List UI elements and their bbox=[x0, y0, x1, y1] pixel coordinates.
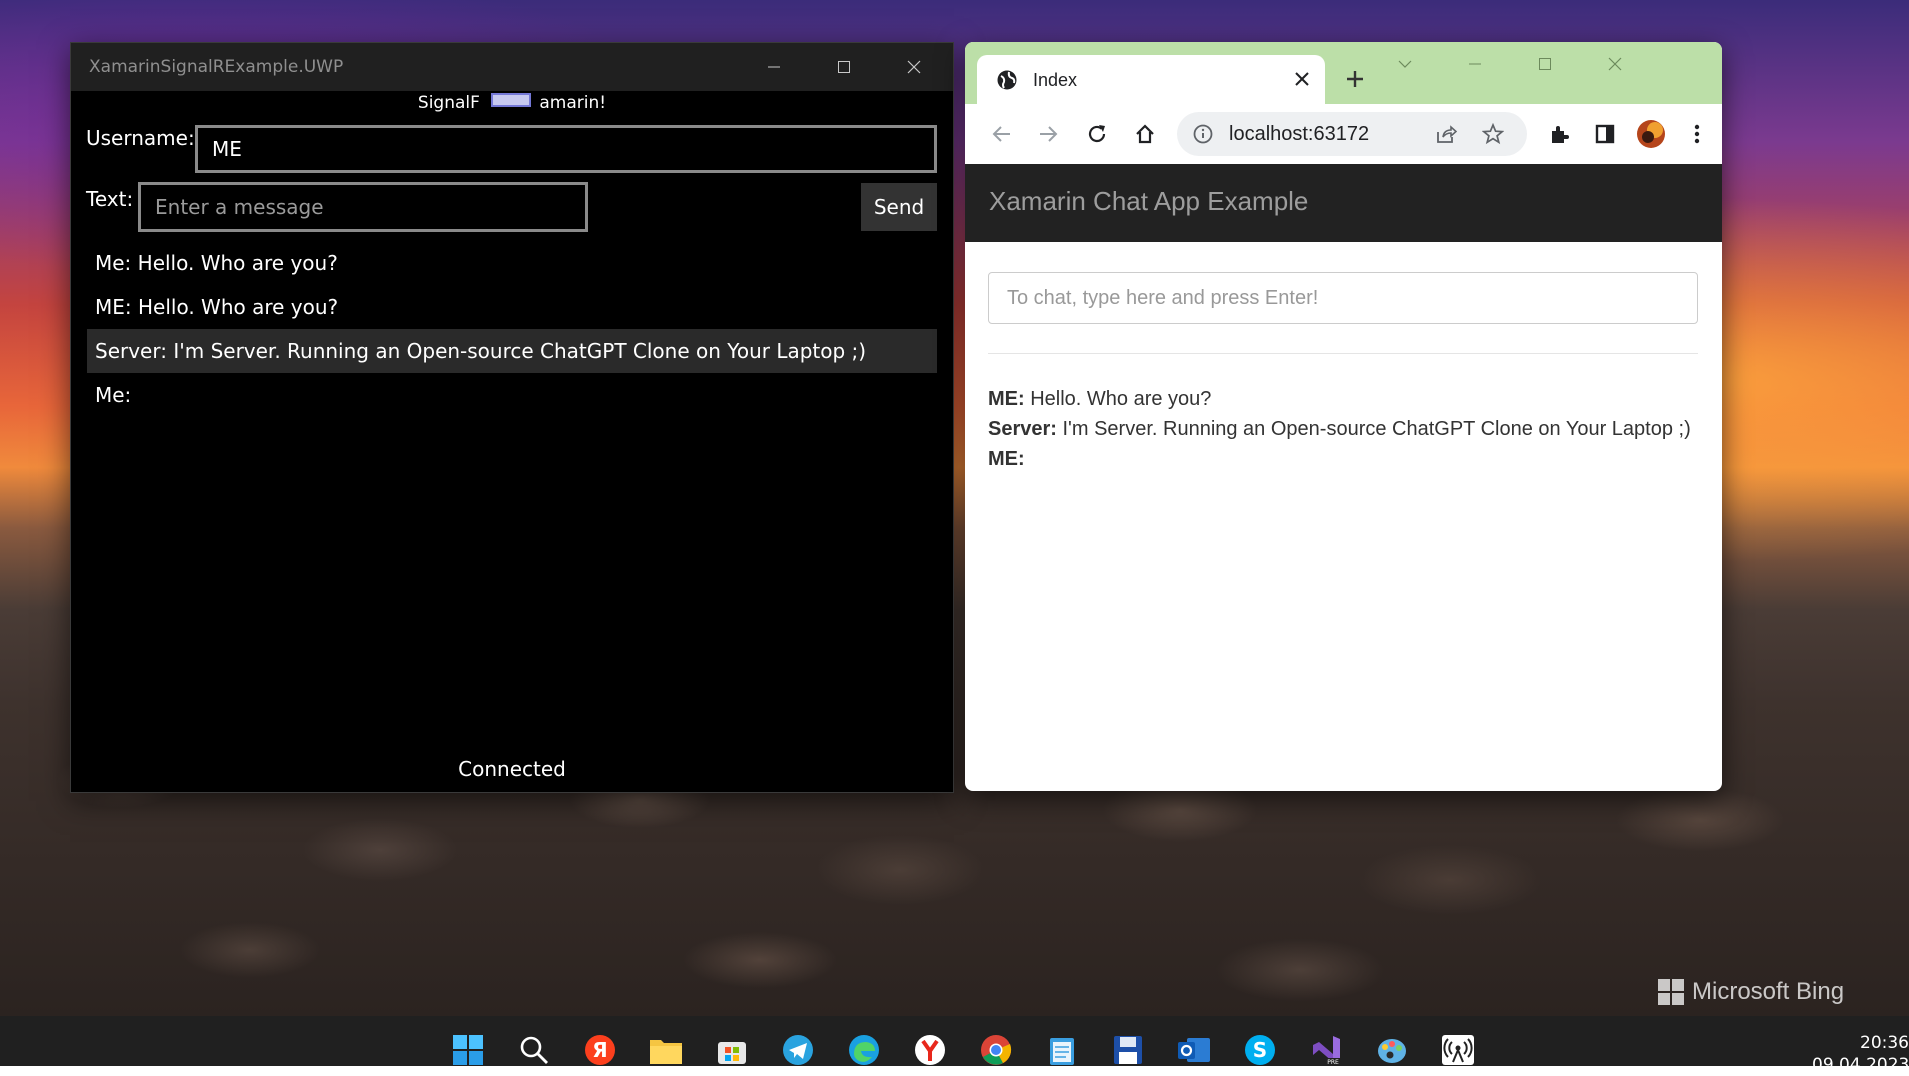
list-item-selected[interactable]: Server: I'm Server. Running an Open-sour… bbox=[87, 329, 937, 373]
share-icon[interactable] bbox=[1435, 124, 1458, 148]
list-item: Server: I'm Server. Running an Open-sour… bbox=[988, 418, 1691, 440]
start-icon[interactable] bbox=[450, 1032, 486, 1068]
paint-icon[interactable] bbox=[1374, 1032, 1410, 1068]
browser-window: Index localhost:63172 Xamarin Chat App E… bbox=[965, 42, 1722, 791]
maximize-button[interactable] bbox=[809, 43, 879, 91]
home-icon[interactable] bbox=[1129, 118, 1161, 150]
message-input[interactable]: Enter a message bbox=[138, 182, 588, 232]
network-broadcast-icon[interactable] bbox=[1440, 1032, 1476, 1068]
browser-toolbar: localhost:63172 bbox=[965, 104, 1722, 165]
tab-title: Index bbox=[1033, 69, 1078, 90]
svg-text:PRE: PRE bbox=[1327, 1059, 1339, 1066]
connection-status: Connected bbox=[458, 757, 566, 781]
close-button[interactable] bbox=[879, 43, 949, 91]
extensions-icon[interactable] bbox=[1543, 118, 1575, 150]
list-item: ME: bbox=[988, 448, 1025, 470]
drag-overlay bbox=[491, 93, 531, 107]
svg-text:Я: Я bbox=[592, 1038, 607, 1062]
text-label: Text: bbox=[86, 187, 134, 211]
minimize-icon bbox=[1469, 63, 1481, 65]
maximize-icon bbox=[838, 61, 850, 73]
username-label: Username: bbox=[86, 126, 195, 150]
username-field[interactable]: ME bbox=[195, 125, 937, 173]
notepad-icon[interactable] bbox=[1044, 1032, 1080, 1068]
uwp-window-title: XamarinSignalRExample.UWP bbox=[89, 57, 344, 77]
message-placeholder: Enter a message bbox=[155, 195, 324, 219]
search-icon[interactable] bbox=[516, 1032, 552, 1068]
minimize-button[interactable] bbox=[739, 43, 809, 91]
tab-index[interactable]: Index bbox=[977, 55, 1325, 105]
chat-input[interactable]: To chat, type here and press Enter! bbox=[988, 272, 1698, 324]
svg-text:S: S bbox=[1253, 1038, 1267, 1062]
clock-time: 20:36 bbox=[1860, 1033, 1909, 1053]
menu-kebab-icon[interactable] bbox=[1681, 118, 1713, 150]
uwp-app-window: XamarinSignalRExample.UWP SignalF amarin… bbox=[70, 42, 954, 793]
globe-icon bbox=[995, 68, 1019, 92]
outlook-icon[interactable] bbox=[1176, 1032, 1212, 1068]
profile-avatar[interactable] bbox=[1635, 118, 1667, 150]
edge-icon[interactable] bbox=[846, 1032, 882, 1068]
telegram-icon[interactable] bbox=[780, 1032, 816, 1068]
username-value: ME bbox=[212, 137, 242, 161]
save-app-icon[interactable] bbox=[1110, 1032, 1146, 1068]
address-bar[interactable]: localhost:63172 bbox=[1177, 112, 1527, 156]
divider bbox=[988, 353, 1698, 354]
page-title[interactable]: Xamarin Chat App Example bbox=[989, 186, 1308, 217]
list-item[interactable]: ME: Hello. Who are you? bbox=[87, 285, 937, 329]
windows-logo-icon bbox=[1658, 979, 1684, 1005]
url-text: localhost:63172 bbox=[1229, 123, 1370, 145]
system-clock[interactable]: 20:36 09.04.2023 bbox=[1812, 1032, 1909, 1076]
bing-brand-text: Microsoft Bing bbox=[1692, 978, 1845, 1005]
uwp-titlebar[interactable]: XamarinSignalRExample.UWP bbox=[71, 43, 953, 91]
web-message-list: ME: Hello. Who are you? Server: I'm Serv… bbox=[988, 384, 1698, 474]
skype-icon[interactable]: S bbox=[1242, 1032, 1278, 1068]
chevron-down-icon bbox=[1398, 60, 1412, 68]
list-item[interactable]: Me: bbox=[87, 373, 937, 417]
yandex-browser-icon[interactable] bbox=[912, 1032, 948, 1068]
file-explorer-icon[interactable] bbox=[648, 1032, 684, 1068]
minimize-icon bbox=[768, 66, 780, 68]
side-panel-icon[interactable] bbox=[1589, 118, 1621, 150]
site-info-icon[interactable] bbox=[1193, 124, 1213, 148]
close-icon bbox=[1608, 57, 1622, 71]
visual-studio-preview-icon[interactable]: PRE bbox=[1308, 1032, 1344, 1068]
browser-maximize-button[interactable] bbox=[1510, 42, 1580, 86]
bookmark-star-icon[interactable] bbox=[1481, 122, 1505, 149]
send-button[interactable]: Send bbox=[861, 183, 937, 231]
list-item[interactable]: Me: Hello. Who are you? bbox=[87, 241, 937, 285]
message-list[interactable]: Me: Hello. Who are you? ME: Hello. Who a… bbox=[87, 241, 937, 417]
close-icon bbox=[907, 60, 921, 74]
microsoft-store-icon[interactable] bbox=[714, 1032, 750, 1068]
forward-icon[interactable] bbox=[1033, 118, 1065, 150]
maximize-icon bbox=[1539, 58, 1551, 70]
bing-watermark: Microsoft Bing bbox=[1658, 978, 1844, 1006]
new-tab-button[interactable] bbox=[1345, 62, 1365, 97]
chrome-icon[interactable] bbox=[978, 1032, 1014, 1068]
browser-minimize-button[interactable] bbox=[1440, 42, 1510, 86]
list-item: ME: Hello. Who are you? bbox=[988, 388, 1212, 410]
tab-strip[interactable]: Index bbox=[965, 42, 1722, 105]
browser-close-button[interactable] bbox=[1580, 42, 1650, 86]
yandex-icon[interactable]: Я bbox=[582, 1032, 618, 1068]
chat-input-placeholder: To chat, type here and press Enter! bbox=[1007, 286, 1319, 309]
tab-close-icon[interactable] bbox=[1295, 67, 1309, 92]
back-icon[interactable] bbox=[985, 118, 1017, 150]
page-navbar: Xamarin Chat App Example bbox=[965, 164, 1722, 242]
reload-icon[interactable] bbox=[1081, 118, 1113, 150]
clock-date: 09.04.2023 bbox=[1812, 1055, 1909, 1075]
tab-search-button[interactable] bbox=[1375, 42, 1435, 86]
taskbar: Я S PRE 20:36 09.04.2023 bbox=[0, 1016, 1909, 1075]
